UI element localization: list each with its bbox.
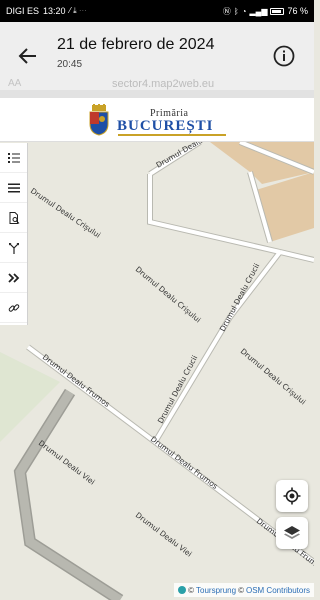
- status-left: DIGI ES 13:20 ⁄ ⤓ ⋯: [6, 6, 223, 16]
- carrier-label: DIGI ES: [6, 6, 40, 16]
- toursprung-link[interactable]: Toursprung: [196, 586, 236, 595]
- app-header: AA sector4.map2web.eu 21 de febrero de 2…: [0, 22, 314, 90]
- layers-icon: [284, 526, 300, 539]
- chevrons-right-icon: [7, 272, 19, 283]
- ghost-text-size-button: AA: [8, 78, 22, 89]
- copyright-symbol: ©: [188, 585, 195, 595]
- link-icon: [8, 303, 19, 312]
- info-icon: [273, 45, 295, 67]
- locate-icon: [283, 487, 301, 505]
- expand-button[interactable]: [0, 263, 27, 293]
- signal-icon: ▂▄▆: [249, 6, 268, 16]
- wifi-icon: ◔: [241, 6, 247, 16]
- globe-icon: [178, 586, 187, 594]
- route-button[interactable]: [0, 233, 27, 263]
- nfc-icon: Ⓝ: [222, 6, 231, 16]
- copyright-symbol: ©: [238, 585, 244, 595]
- legend-button[interactable]: [0, 143, 27, 173]
- document-search-icon: [9, 211, 19, 224]
- page-title: 21 de febrero de 2024: [57, 36, 215, 53]
- ghost-url: sector4.map2web.eu: [112, 78, 215, 90]
- menu-button[interactable]: [0, 173, 27, 203]
- map-svg[interactable]: Drumul Dealu Cri Drumul Dealu Crișului D…: [0, 142, 314, 600]
- locate-button[interactable]: [276, 480, 308, 512]
- route-icon: [8, 242, 19, 254]
- page-subtitle: 20:45: [57, 59, 83, 70]
- header-divider: [0, 90, 314, 98]
- logo-banner: Primăria BUCUREȘTI: [0, 98, 314, 142]
- banner-city: BUCUREȘTI: [117, 118, 214, 134]
- app-root: DIGI ES 13:20 ⁄ ⤓ ⋯ Ⓝ ᛒ ◔ ▂▄▆ 76 % AA se…: [0, 0, 314, 600]
- battery-level: 76 %: [287, 6, 308, 16]
- info-button[interactable]: [272, 44, 296, 68]
- status-right: Ⓝ ᛒ ◔ ▂▄▆ 76 %: [223, 6, 308, 17]
- back-button[interactable]: [14, 42, 42, 70]
- legend-icon: [7, 152, 20, 163]
- notification-icons: ⁄ ⤓ ⋯: [69, 6, 87, 15]
- status-bar: DIGI ES 13:20 ⁄ ⤓ ⋯ Ⓝ ᛒ ◔ ▂▄▆ 76 %: [0, 0, 314, 22]
- banner-underline: [118, 134, 226, 136]
- bucharest-crest-icon: [89, 104, 109, 136]
- clock: 13:20: [43, 6, 66, 16]
- arrow-left-icon: [18, 48, 36, 64]
- document-search-button[interactable]: [0, 203, 27, 233]
- map-attribution: © Toursprung © OSM Contributors: [174, 583, 314, 597]
- battery-icon: [270, 7, 285, 15]
- map-canvas[interactable]: Drumul Dealu Cri Drumul Dealu Crișului D…: [0, 142, 314, 600]
- menu-icon: [7, 183, 20, 192]
- map-sidebar: [0, 143, 28, 325]
- layers-button[interactable]: [276, 517, 308, 549]
- bluetooth-icon: ᛒ: [233, 6, 239, 16]
- osm-contributors-link[interactable]: OSM Contributors: [246, 586, 310, 595]
- share-link-button[interactable]: [0, 293, 27, 323]
